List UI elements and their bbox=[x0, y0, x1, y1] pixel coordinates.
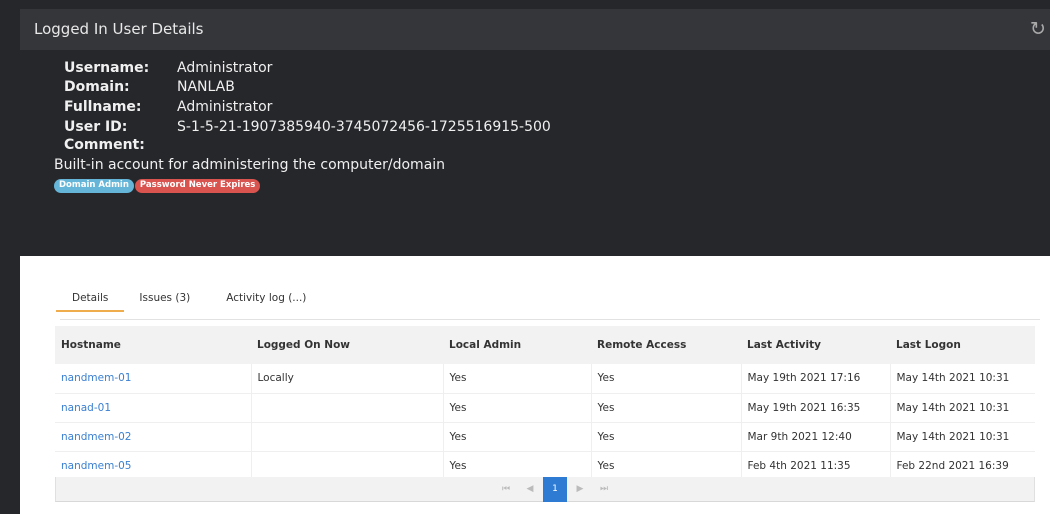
cell-remote-access: Yes bbox=[591, 451, 742, 481]
table-row: nandmem-01 Locally Yes Yes May 19th 2021… bbox=[55, 364, 1035, 394]
cell-hostname: nandmem-05 bbox=[55, 451, 252, 481]
cell-last-logon: May 14th 2021 10:31 bbox=[890, 422, 1035, 452]
field-fullname: Fullname: Administrator bbox=[54, 97, 551, 117]
next-page-button[interactable]: ▶ bbox=[568, 477, 592, 502]
field-label: Fullname: bbox=[64, 98, 142, 115]
cell-remote-access: Yes bbox=[591, 364, 742, 394]
hostname-link[interactable]: nandmem-05 bbox=[61, 460, 131, 472]
cell-logged-on-now bbox=[251, 422, 444, 452]
cell-local-admin: Yes bbox=[443, 422, 592, 452]
comment-value: Built-in account for administering the c… bbox=[54, 156, 446, 173]
cell-last-activity: May 19th 2021 17:16 bbox=[741, 364, 891, 394]
page-1-button[interactable]: 1 bbox=[543, 477, 567, 502]
tab-divider bbox=[60, 319, 1040, 320]
field-value: Administrator bbox=[177, 59, 273, 76]
badge-password-never-expires: Password Never Expires bbox=[134, 178, 261, 193]
table-row: nanad-01 Yes Yes May 19th 2021 16:35 May… bbox=[55, 393, 1035, 423]
column-header-last-logon[interactable]: Last Logon bbox=[890, 326, 1035, 364]
cell-last-activity: Feb 4th 2021 11:35 bbox=[741, 451, 891, 481]
hostname-link[interactable]: nanad-01 bbox=[61, 402, 111, 414]
field-label: Username: bbox=[64, 59, 150, 76]
cell-logged-on-now bbox=[251, 393, 444, 423]
badge-list: Domain Admin Password Never Expires bbox=[54, 178, 551, 193]
hosts-table: Hostname Logged On Now Local Admin Remot… bbox=[55, 326, 1035, 481]
hostname-link[interactable]: nandmem-02 bbox=[61, 431, 131, 443]
hosts-panel: Details Issues (3) Activity log (...) Ho… bbox=[20, 256, 1050, 514]
tab-issues[interactable]: Issues (3) bbox=[124, 292, 210, 312]
cell-last-logon: Feb 22nd 2021 16:39 bbox=[890, 451, 1035, 481]
column-header-hostname[interactable]: Hostname bbox=[55, 326, 251, 364]
field-value: Administrator bbox=[177, 98, 273, 115]
cell-local-admin: Yes bbox=[443, 451, 592, 481]
hostname-link[interactable]: nandmem-01 bbox=[61, 372, 131, 384]
panel-title: Logged In User Details bbox=[34, 20, 204, 38]
tab-activity-log[interactable]: Activity log (...) bbox=[210, 292, 322, 312]
comment-label: Comment: bbox=[64, 137, 145, 154]
field-domain: Domain: NANLAB bbox=[54, 78, 551, 98]
cell-last-logon: May 14th 2021 10:31 bbox=[890, 364, 1035, 394]
column-header-last-activity[interactable]: Last Activity bbox=[741, 326, 890, 364]
cell-last-activity: May 19th 2021 16:35 bbox=[741, 393, 891, 423]
cell-logged-on-now bbox=[251, 451, 444, 481]
field-label: Domain: bbox=[64, 79, 130, 96]
cell-remote-access: Yes bbox=[591, 393, 742, 423]
cell-hostname: nandmem-02 bbox=[55, 422, 252, 452]
cell-logged-on-now: Locally bbox=[251, 364, 444, 394]
cell-hostname: nandmem-01 bbox=[55, 364, 252, 394]
tab-details[interactable]: Details bbox=[56, 292, 125, 312]
pagination-bar: ⏮ ◀ 1 ▶ ⏭ bbox=[55, 477, 1035, 502]
field-username: Username: Administrator bbox=[54, 58, 551, 78]
cell-local-admin: Yes bbox=[443, 364, 592, 394]
column-header-logged-on-now[interactable]: Logged On Now bbox=[251, 326, 443, 364]
field-user-id: User ID: S-1-5-21-1907385940-3745072456-… bbox=[54, 117, 551, 137]
table-row: nandmem-02 Yes Yes Mar 9th 2021 12:40 Ma… bbox=[55, 422, 1035, 452]
cell-hostname: nanad-01 bbox=[55, 393, 252, 423]
field-value: NANLAB bbox=[177, 79, 235, 96]
panel-header: Logged In User Details ↻ bbox=[20, 9, 1050, 50]
cell-last-activity: Mar 9th 2021 12:40 bbox=[741, 422, 891, 452]
prev-page-button[interactable]: ◀ bbox=[518, 477, 542, 502]
last-page-button[interactable]: ⏭ bbox=[592, 477, 616, 502]
table-header-row: Hostname Logged On Now Local Admin Remot… bbox=[55, 326, 1035, 364]
refresh-icon[interactable]: ↻ bbox=[1030, 19, 1050, 39]
column-header-remote-access[interactable]: Remote Access bbox=[591, 326, 741, 364]
field-label: User ID: bbox=[64, 118, 128, 135]
badge-domain-admin: Domain Admin bbox=[54, 178, 134, 193]
column-header-local-admin[interactable]: Local Admin bbox=[443, 326, 591, 364]
cell-last-logon: May 14th 2021 10:31 bbox=[890, 393, 1035, 423]
user-details: Username: Administrator Domain: NANLAB F… bbox=[54, 58, 551, 193]
table-row: nandmem-05 Yes Yes Feb 4th 2021 11:35 Fe… bbox=[55, 451, 1035, 481]
field-value: S-1-5-21-1907385940-3745072456-172551691… bbox=[177, 118, 551, 135]
cell-local-admin: Yes bbox=[443, 393, 592, 423]
cell-remote-access: Yes bbox=[591, 422, 742, 452]
first-page-button[interactable]: ⏮ bbox=[494, 477, 518, 502]
tab-bar: Details Issues (3) Activity log (...) bbox=[56, 292, 322, 312]
